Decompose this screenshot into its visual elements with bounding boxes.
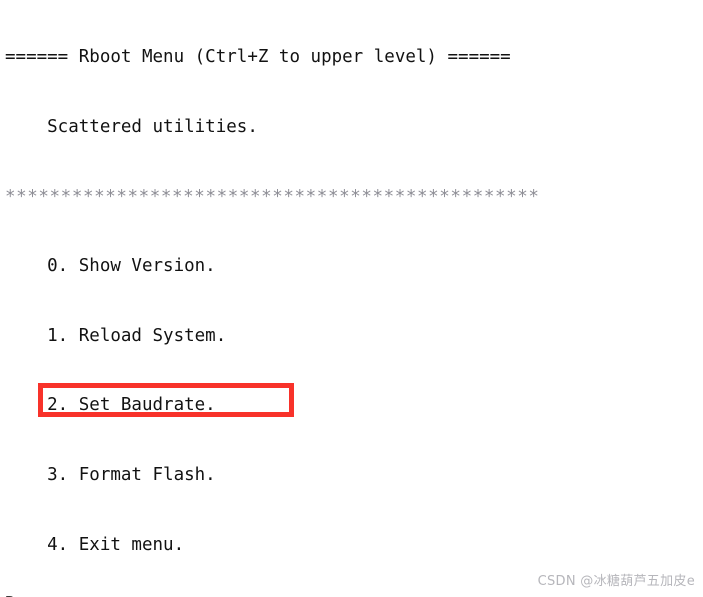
terminal-screen: ====== Rboot Menu (Ctrl+Z to upper level… xyxy=(0,0,703,597)
console-line-menu-format-flash: 3. Format Flash. xyxy=(5,464,216,485)
console-line-menu-show-version: 0. Show Version. xyxy=(5,256,216,277)
console-line-menu-reload-system: 1. Reload System. xyxy=(5,325,227,346)
csdn-watermark: CSDN @冰糖葫芦五加皮e xyxy=(537,574,695,589)
console-line-menu-exit-menu: 4. Exit menu. xyxy=(5,534,185,555)
console-line-header-scattered: ====== Rboot Menu (Ctrl+Z to upper level… xyxy=(5,47,511,68)
console-line-subtitle-scattered: Scattered utilities. xyxy=(5,117,258,137)
console-line-rule-1: ****************************************… xyxy=(5,186,540,207)
console-line-menu-set-baudrate: 2. Set Baudrate. xyxy=(5,395,216,416)
terminal-console-output[interactable]: ====== Rboot Menu (Ctrl+Z to upper level… xyxy=(5,0,703,597)
console-line-clipped: R xyxy=(5,593,16,597)
